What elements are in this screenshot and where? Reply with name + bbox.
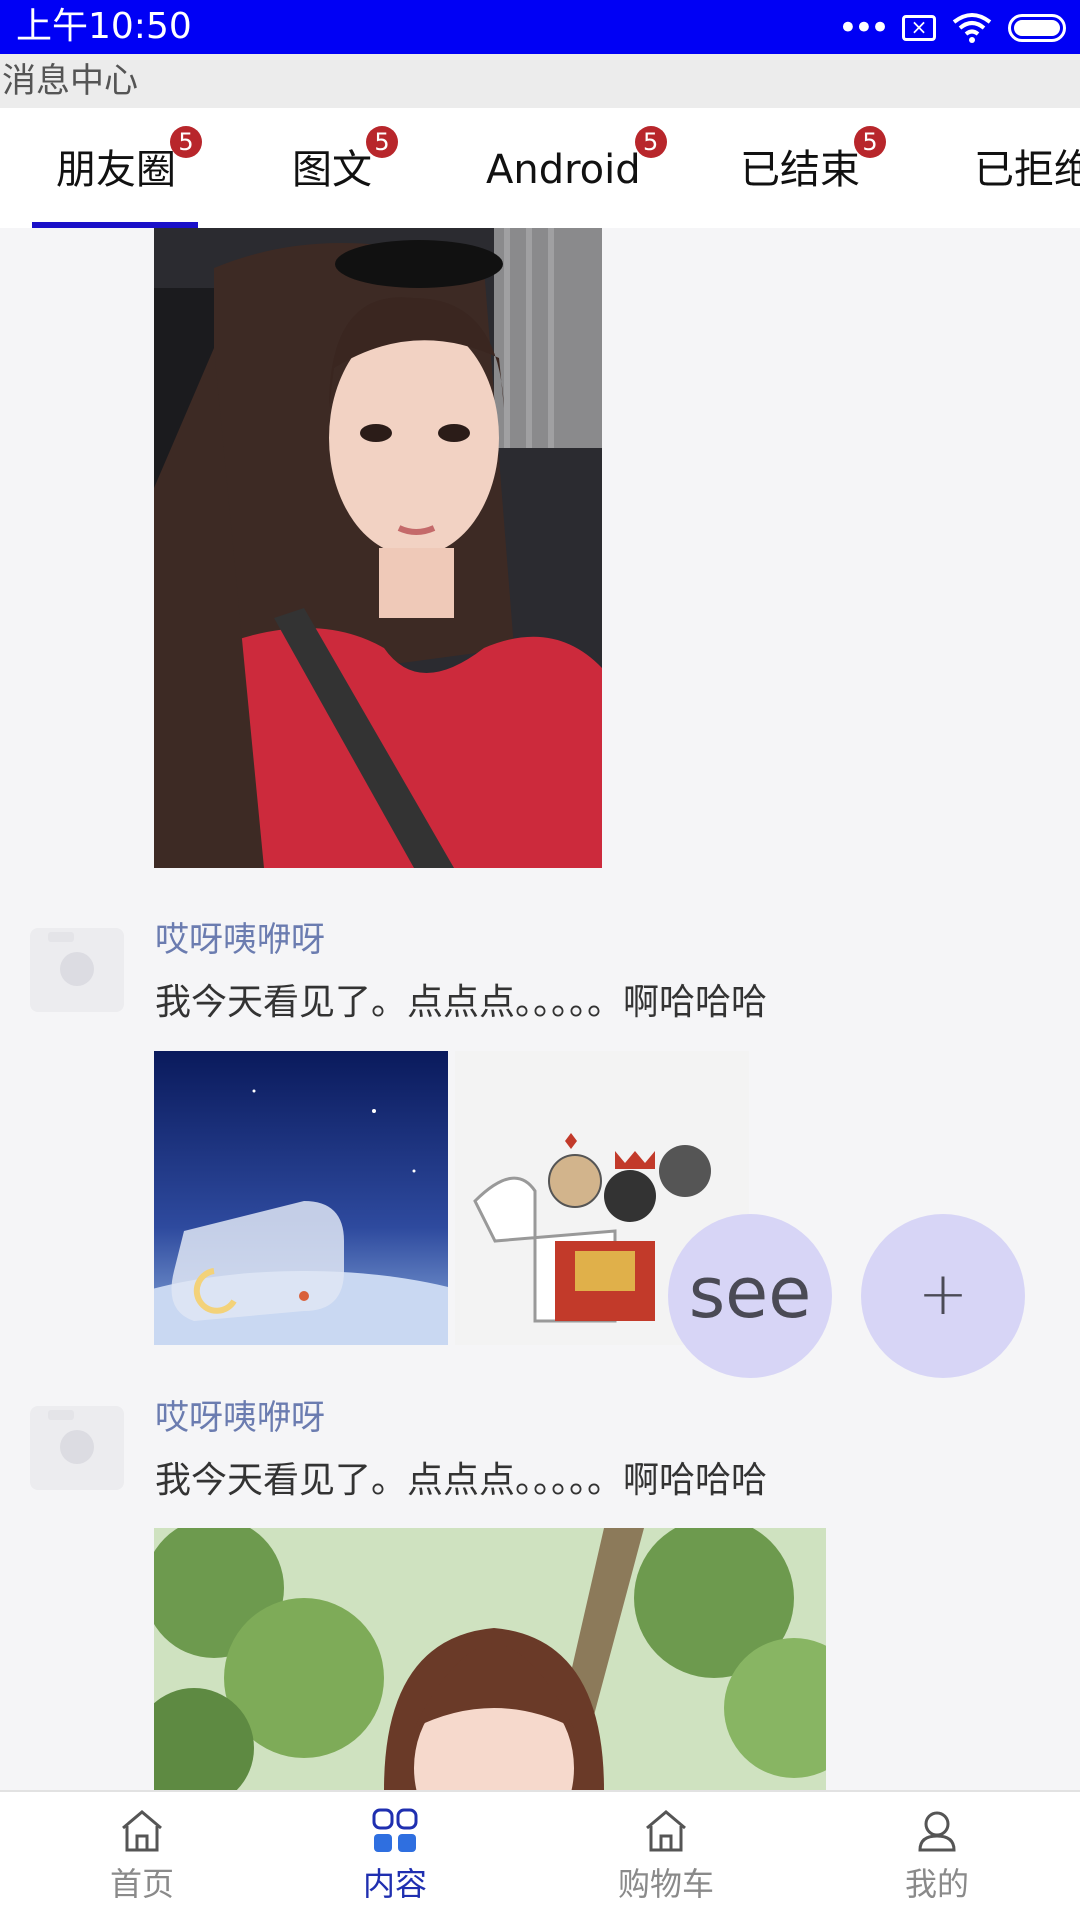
nav-home[interactable]: 首页 (62, 1806, 222, 1904)
nav-label: 首页 (109, 1865, 174, 1903)
avatar[interactable] (30, 1406, 124, 1490)
app-header: 消息中心 (0, 54, 1080, 108)
tab-label: Android (486, 147, 641, 193)
tab-badge: 5 (366, 126, 398, 158)
post-photo[interactable] (154, 1051, 448, 1345)
nav-content[interactable]: 内容 (315, 1806, 475, 1904)
status-icons: ••• × (838, 8, 1066, 48)
page-title: 消息中心 (2, 61, 138, 101)
tab-badge: 5 (634, 126, 667, 158)
status-bar: 上午10:50 ••• × (0, 0, 1080, 54)
nav-label: 购物车 (617, 1865, 714, 1903)
moments-feed[interactable]: 哎呀咦咿呀 我今天看见了。点点点。。。。。啊哈哈哈 哎呀咦咿呀 我今天看见了。点… (0, 228, 1080, 1790)
tab-label: 已拒绝 (974, 147, 1080, 193)
post-content: 我今天看见了。点点点。。。。。啊哈哈哈 (155, 1460, 768, 1501)
post-username[interactable]: 哎呀咦咿呀 (155, 918, 325, 962)
camera-icon (60, 1430, 94, 1464)
status-time: 上午10:50 (16, 6, 192, 47)
home-icon (122, 1810, 162, 1852)
tab-badge: 5 (854, 126, 886, 158)
user-icon (918, 1811, 956, 1852)
tab-rejected[interactable]: 已拒绝 (974, 140, 1080, 200)
see-button[interactable]: see (668, 1214, 832, 1378)
cart-icon (646, 1810, 686, 1852)
add-button[interactable]: + (861, 1214, 1025, 1378)
tab-moments[interactable]: 朋友圈 5 (56, 126, 202, 200)
wifi-icon (952, 13, 992, 43)
tab-bar: 朋友圈 5 图文 5 Android 5 已结束 5 已拒绝 (0, 108, 1080, 228)
more-dots-icon: ••• (837, 8, 890, 48)
no-sim-icon: × (902, 15, 936, 41)
tab-label: 已结束 (740, 147, 860, 193)
nav-label: 内容 (362, 1865, 427, 1903)
camera-icon (60, 952, 94, 986)
avatar[interactable] (30, 928, 124, 1012)
nav-cart[interactable]: 购物车 (586, 1806, 746, 1904)
post-username[interactable]: 哎呀咦咿呀 (155, 1396, 325, 1440)
post-content: 我今天看见了。点点点。。。。。啊哈哈哈 (155, 982, 768, 1023)
bottom-nav: 首页 内容 购物车 我的 (0, 1790, 1080, 1920)
tab-label: 朋友圈 (56, 147, 176, 193)
nav-profile[interactable]: 我的 (857, 1806, 1017, 1904)
tab-ended[interactable]: 已结束 5 (740, 126, 886, 200)
post-photo[interactable] (154, 1528, 826, 1790)
tab-android[interactable]: Android 5 (486, 126, 667, 200)
battery-icon (1008, 14, 1066, 42)
tab-badge: 5 (170, 126, 202, 158)
grid-icon (372, 1808, 418, 1852)
tab-label: 图文 (292, 147, 372, 193)
nav-label: 我的 (904, 1865, 969, 1903)
tab-graphic-text[interactable]: 图文 5 (292, 126, 398, 200)
post-photo[interactable] (154, 228, 602, 868)
